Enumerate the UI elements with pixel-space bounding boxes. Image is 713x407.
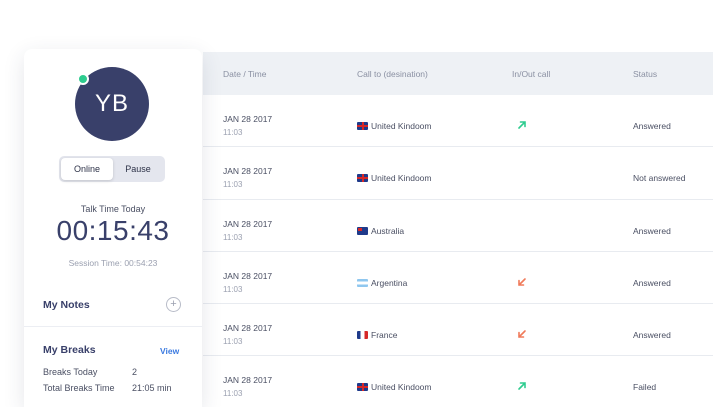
add-note-button[interactable]: + (166, 297, 181, 312)
agent-panel: YB Online Pause Talk Time Today 00:15:43… (24, 49, 202, 407)
call-destination: France (357, 330, 397, 340)
call-destination: United Kindoom (357, 121, 431, 131)
table-row[interactable]: JAN 28 2017 11:03 Australia Answered (203, 199, 713, 252)
destination-name: United Kindoom (371, 382, 432, 393)
call-time: 11:03 (223, 284, 243, 294)
australia-flag-icon (357, 226, 368, 235)
talk-time-label: Talk Time Today (80, 204, 146, 214)
online-button[interactable]: Online (61, 158, 113, 180)
talk-time-value: 00:15:43 (56, 215, 170, 246)
incoming-arrow-icon (518, 330, 526, 338)
status-toggle: Online Pause (59, 156, 165, 182)
destination-name: Australia (371, 225, 405, 236)
call-destination: Argentina (357, 278, 407, 288)
column-header-destination[interactable]: Call to (desination) (357, 69, 428, 79)
table-row[interactable]: JAN 28 2017 11:03 Argentina Answered (203, 251, 713, 305)
total-breaks-time-label: Total Breaks Time (43, 383, 115, 393)
call-status: Failed (633, 382, 657, 393)
call-time: 11:03 (223, 232, 243, 242)
table-row[interactable]: JAN 28 2017 11:03 United Kindoom Failed (203, 356, 713, 407)
table-body: JAN 28 2017 11:03 United Kindoom Answere… (203, 95, 713, 407)
call-status: Answered (633, 330, 671, 341)
call-time: 11:03 (223, 337, 243, 347)
breaks-title: My Breaks (43, 344, 96, 356)
breaks-today-value: 2 (132, 367, 138, 377)
call-time: 11:03 (223, 128, 243, 137)
incoming-arrow-icon (518, 278, 526, 286)
divider (24, 326, 202, 327)
call-time: 11:03 (223, 389, 243, 399)
outgoing-arrow-icon (518, 121, 526, 129)
call-destination: Australia (357, 226, 404, 236)
call-destination: United Kindoom (357, 382, 431, 392)
destination-name: United Kindoom (371, 173, 432, 184)
session-time: Session Time: 00:54:23 (68, 258, 158, 268)
table-row[interactable]: JAN 28 2017 11:03 United Kindoom Answere… (203, 95, 713, 148)
call-date: JAN 28 2017 (223, 375, 273, 386)
call-dashboard: Date / Time Call to (desination) In/Out … (0, 0, 713, 407)
breaks-today-label: Breaks Today (43, 367, 98, 377)
call-time: 11:03 (223, 180, 243, 190)
column-header-date-time[interactable]: Date / Time (223, 69, 266, 79)
destination-name: France (371, 330, 398, 341)
notes-title: My Notes (43, 299, 90, 311)
destination-name: Argentina (371, 277, 408, 288)
table-row[interactable]: JAN 28 2017 11:03 France Answered (203, 304, 713, 357)
pause-button[interactable]: Pause (113, 158, 163, 180)
uk-flag-icon (357, 383, 368, 392)
call-date: JAN 28 2017 (223, 114, 273, 124)
france-flag-icon (357, 331, 368, 340)
call-status: Answered (633, 121, 671, 131)
online-status-dot (77, 73, 89, 85)
call-log-table: Date / Time Call to (desination) In/Out … (203, 52, 713, 407)
argentina-flag-icon (357, 278, 368, 287)
call-date: JAN 28 2017 (223, 166, 273, 177)
total-breaks-time-value: 21:05 min (132, 383, 172, 393)
table-row[interactable]: JAN 28 2017 11:03 United Kindoom Not ans… (203, 147, 713, 200)
view-breaks-link[interactable]: View (160, 346, 179, 356)
column-header-direction[interactable]: In/Out call (512, 69, 550, 79)
uk-flag-icon (357, 174, 368, 183)
call-destination: United Kindoom (357, 173, 431, 183)
call-status: Not answered (633, 173, 686, 184)
outgoing-arrow-icon (518, 382, 526, 391)
table-header: Date / Time Call to (desination) In/Out … (203, 52, 713, 95)
call-date: JAN 28 2017 (223, 270, 273, 281)
column-header-status[interactable]: Status (633, 69, 657, 79)
call-date: JAN 28 2017 (223, 218, 273, 229)
destination-name: United Kindoom (371, 121, 432, 131)
call-status: Answered (633, 225, 671, 236)
call-status: Answered (633, 277, 671, 288)
uk-flag-icon (357, 122, 368, 130)
plus-icon: + (170, 298, 177, 310)
call-date: JAN 28 2017 (223, 323, 273, 334)
avatar-initials: YB (94, 90, 129, 117)
